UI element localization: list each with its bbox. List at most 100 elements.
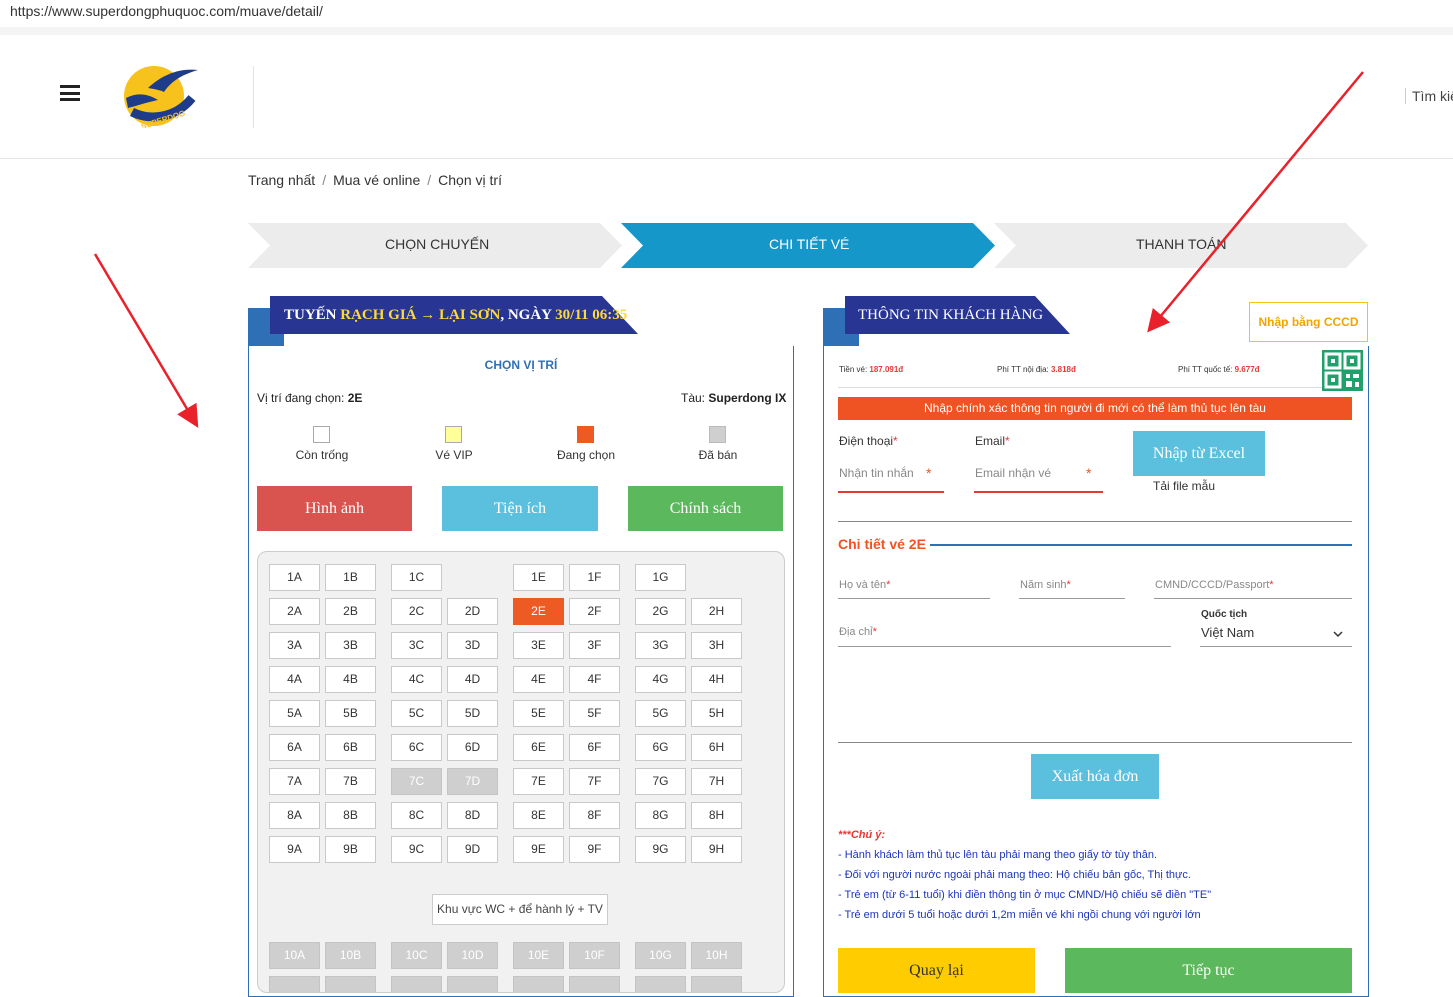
seat-1f[interactable]: 1F — [569, 564, 620, 591]
seat-7c[interactable]: 7C — [391, 768, 442, 795]
seat-5f[interactable]: 5F — [569, 700, 620, 727]
import-excel-button[interactable]: Nhập từ Excel — [1133, 431, 1265, 476]
seat-5e[interactable]: 5E — [513, 700, 564, 727]
birth-year-field[interactable]: Năm sinh* — [1020, 579, 1071, 591]
seat-4b[interactable]: 4B — [325, 666, 376, 693]
seat-11b[interactable] — [325, 976, 376, 992]
download-template-link[interactable]: Tải file mẫu — [1153, 479, 1215, 493]
seat-9d[interactable]: 9D — [447, 836, 498, 863]
seat-11h[interactable] — [691, 976, 742, 992]
seat-3a[interactable]: 3A — [269, 632, 320, 659]
seat-5h[interactable]: 5H — [691, 700, 742, 727]
seat-8h[interactable]: 8H — [691, 802, 742, 829]
seat-2f[interactable]: 2F — [569, 598, 620, 625]
address-field[interactable]: Địa chỉ* — [839, 626, 877, 638]
seat-3d[interactable]: 3D — [447, 632, 498, 659]
email-field[interactable]: Email nhận vé — [975, 466, 1051, 480]
fullname-field[interactable]: Họ và tên* — [839, 579, 890, 591]
seat-3h[interactable]: 3H — [691, 632, 742, 659]
seat-6a[interactable]: 6A — [269, 734, 320, 761]
seat-6e[interactable]: 6E — [513, 734, 564, 761]
seat-11c[interactable] — [391, 976, 442, 992]
address-bar[interactable]: https://www.superdongphuquoc.com/muave/d… — [0, 0, 1453, 28]
seat-8f[interactable]: 8F — [569, 802, 620, 829]
seat-1c[interactable]: 1C — [391, 564, 442, 591]
seat-10a[interactable]: 10A — [269, 942, 320, 969]
seat-7h[interactable]: 7H — [691, 768, 742, 795]
seat-7g[interactable]: 7G — [635, 768, 686, 795]
seat-2a[interactable]: 2A — [269, 598, 320, 625]
seat-4h[interactable]: 4H — [691, 666, 742, 693]
seat-9g[interactable]: 9G — [635, 836, 686, 863]
seat-11g[interactable] — [635, 976, 686, 992]
seat-5c[interactable]: 5C — [391, 700, 442, 727]
seat-10b[interactable]: 10B — [325, 942, 376, 969]
seat-11e[interactable] — [513, 976, 564, 992]
seat-9h[interactable]: 9H — [691, 836, 742, 863]
seat-2b[interactable]: 2B — [325, 598, 376, 625]
seat-5a[interactable]: 5A — [269, 700, 320, 727]
seat-6b[interactable]: 6B — [325, 734, 376, 761]
seat-5b[interactable]: 5B — [325, 700, 376, 727]
seat-4a[interactable]: 4A — [269, 666, 320, 693]
seat-10e[interactable]: 10E — [513, 942, 564, 969]
chevron-down-icon[interactable] — [1333, 626, 1343, 638]
seat-10c[interactable]: 10C — [391, 942, 442, 969]
seat-9f[interactable]: 9F — [569, 836, 620, 863]
seat-5d[interactable]: 5D — [447, 700, 498, 727]
invoice-button[interactable]: Xuất hóa đơn — [1031, 754, 1159, 799]
amenities-button[interactable]: Tiện ích — [442, 486, 598, 531]
seat-9b[interactable]: 9B — [325, 836, 376, 863]
seat-8c[interactable]: 8C — [391, 802, 442, 829]
seat-8d[interactable]: 8D — [447, 802, 498, 829]
seat-3g[interactable]: 3G — [635, 632, 686, 659]
seat-4c[interactable]: 4C — [391, 666, 442, 693]
seat-10d[interactable]: 10D — [447, 942, 498, 969]
seat-7a[interactable]: 7A — [269, 768, 320, 795]
seat-4f[interactable]: 4F — [569, 666, 620, 693]
seat-6c[interactable]: 6C — [391, 734, 442, 761]
seat-9e[interactable]: 9E — [513, 836, 564, 863]
seat-9c[interactable]: 9C — [391, 836, 442, 863]
seat-9a[interactable]: 9A — [269, 836, 320, 863]
seat-1a[interactable]: 1A — [269, 564, 320, 591]
search-input[interactable]: Tìm kiế — [1405, 88, 1453, 104]
seat-3c[interactable]: 3C — [391, 632, 442, 659]
continue-button[interactable]: Tiếp tục — [1065, 948, 1352, 993]
seat-11f[interactable] — [569, 976, 620, 992]
seat-3f[interactable]: 3F — [569, 632, 620, 659]
seat-2g[interactable]: 2G — [635, 598, 686, 625]
seat-1b[interactable]: 1B — [325, 564, 376, 591]
policy-button[interactable]: Chính sách — [628, 486, 783, 531]
seat-7d[interactable]: 7D — [447, 768, 498, 795]
breadcrumb-home[interactable]: Trang nhất — [248, 172, 315, 188]
nationality-select[interactable]: Việt Nam — [1201, 625, 1254, 640]
seat-10f[interactable]: 10F — [569, 942, 620, 969]
seat-11d[interactable] — [447, 976, 498, 992]
seat-7e[interactable]: 7E — [513, 768, 564, 795]
step-choose-trip[interactable]: CHỌN CHUYẾN — [385, 236, 489, 252]
seat-4g[interactable]: 4G — [635, 666, 686, 693]
seat-1g[interactable]: 1G — [635, 564, 686, 591]
seat-6d[interactable]: 6D — [447, 734, 498, 761]
qr-code-icon[interactable] — [1322, 350, 1363, 391]
seat-1e[interactable]: 1E — [513, 564, 564, 591]
seat-2h[interactable]: 2H — [691, 598, 742, 625]
id-number-field[interactable]: CMND/CCCD/Passport* — [1155, 579, 1274, 591]
seat-2c[interactable]: 2C — [391, 598, 442, 625]
images-button[interactable]: Hình ảnh — [257, 486, 412, 531]
seat-3b[interactable]: 3B — [325, 632, 376, 659]
seat-10g[interactable]: 10G — [635, 942, 686, 969]
back-button[interactable]: Quay lại — [838, 948, 1035, 993]
superdong-logo[interactable]: SUPERDOG — [118, 62, 202, 131]
seat-2e[interactable]: 2E — [513, 598, 564, 625]
cccd-import-button[interactable]: Nhập bằng CCCD — [1249, 302, 1368, 342]
seat-3e[interactable]: 3E — [513, 632, 564, 659]
seat-8e[interactable]: 8E — [513, 802, 564, 829]
seat-10h[interactable]: 10H — [691, 942, 742, 969]
seat-6f[interactable]: 6F — [569, 734, 620, 761]
seat-6h[interactable]: 6H — [691, 734, 742, 761]
seat-8b[interactable]: 8B — [325, 802, 376, 829]
seat-5g[interactable]: 5G — [635, 700, 686, 727]
seat-11a[interactable] — [269, 976, 320, 992]
